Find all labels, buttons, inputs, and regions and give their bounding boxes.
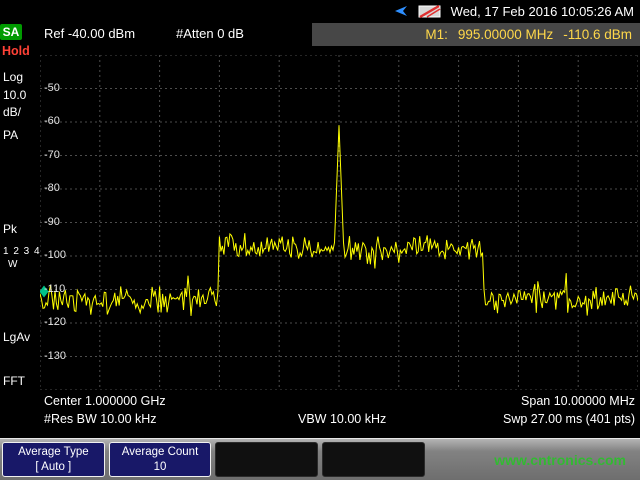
center-frequency-label: Center 1.000000 GHz [44, 394, 166, 408]
y-axis-tick-label: -110 [44, 283, 65, 296]
y-axis-tick-label: -80 [44, 182, 60, 195]
ref-level-label: Ref -40.00 dBm [44, 26, 135, 41]
trace-plot-svg [40, 55, 638, 390]
softkey-label: Average Type [18, 445, 89, 460]
fft-label: FFT [3, 374, 25, 388]
scale-unit-label: dB/ [3, 105, 21, 119]
scale-value-label: 10.0 [3, 88, 26, 102]
y-axis-tick-label: -100 [44, 249, 66, 262]
datetime-text: Wed, 17 Feb 2016 10:05:26 AM [451, 4, 634, 19]
preamp-label: PA [3, 128, 18, 142]
average-type-label: LgAv [3, 330, 30, 344]
attenuation-label: #Atten 0 dB [176, 26, 244, 41]
softkey-average-count[interactable]: Average Count 10 [109, 442, 212, 477]
softkey-blank[interactable] [322, 442, 425, 477]
res-bw-label: #Res BW 10.00 kHz [44, 412, 157, 426]
scale-type-label: Log [3, 70, 23, 84]
spectrum-analyzer-screen: Wed, 17 Feb 2016 10:05:26 AM SA Hold Log… [0, 0, 640, 480]
softkey-value: [ Auto ] [35, 460, 71, 475]
softkey-slot [322, 442, 425, 477]
hold-indicator: Hold [2, 44, 30, 58]
softkey-slot: Average Count 10 [109, 442, 212, 477]
mode-badge-sa[interactable]: SA [0, 24, 22, 40]
marker-frequency: 995.00000 MHz [458, 27, 553, 42]
peak-label: Pk [3, 222, 17, 236]
y-axis-tick-label: -130 [44, 350, 66, 363]
y-axis-tick-label: -120 [44, 316, 66, 329]
top-status-bar: Wed, 17 Feb 2016 10:05:26 AM [0, 0, 640, 22]
battery-hatched-icon [418, 5, 442, 18]
span-label: Span 10.00000 MHz [521, 394, 635, 408]
y-axis-tick-label: -90 [44, 216, 60, 229]
video-bw-label: VBW 10.00 kHz [298, 412, 386, 426]
softkey-label: Average Count [122, 445, 199, 460]
y-axis-tick-label: -50 [44, 82, 60, 95]
softkey-blank[interactable] [215, 442, 318, 477]
y-axis-tick-label: -60 [44, 115, 60, 128]
softkey-slot: Average Type [ Auto ] [2, 442, 105, 477]
marker-id-label: M1: [425, 27, 448, 42]
softkey-average-type[interactable]: Average Type [ Auto ] [2, 442, 105, 477]
data-transfer-icon [393, 4, 409, 18]
softkey-bar: Average Type [ Auto ] Average Count 10 w… [0, 438, 640, 480]
watermark-text: www.cntronics.com [494, 452, 626, 468]
marker-level: -110.6 dBm [563, 27, 632, 42]
y-axis-tick-label: -70 [44, 149, 60, 162]
spectrum-plot: -50 -60 -70 -80 -90 -100 -110 -120 -130 [40, 55, 638, 390]
sweep-time-label: Swp 27.00 ms (401 pts) [503, 412, 635, 426]
mode-sidebar: SA Hold Log 10.0 dB/ PA Pk 1 2 3 4 W LgA… [0, 22, 40, 436]
softkey-value: 10 [154, 460, 167, 475]
trace-state-label: W [8, 259, 17, 270]
softkey-slot [215, 442, 318, 477]
trace-numbers-label: 1 2 3 4 [3, 246, 41, 257]
marker-readout: M1: 995.00000 MHz -110.6 dBm [312, 23, 640, 46]
